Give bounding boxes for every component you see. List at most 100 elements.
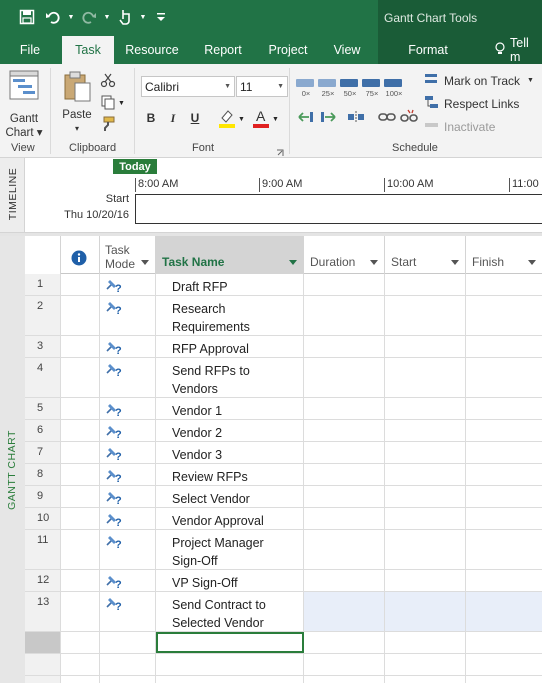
- indicator-cell[interactable]: [61, 570, 100, 591]
- redo-icon[interactable]: [76, 6, 102, 28]
- task-mode-cell[interactable]: ?: [100, 296, 156, 335]
- table-row[interactable]: 12? VP Sign-Off: [25, 570, 542, 592]
- row-id-cell[interactable]: 5: [25, 398, 61, 419]
- empty-cell[interactable]: [385, 676, 466, 683]
- task-mode-cell[interactable]: ?: [100, 358, 156, 397]
- empty-cell[interactable]: [156, 676, 304, 683]
- timeline-bar[interactable]: [135, 194, 542, 224]
- duration-filter-icon[interactable]: [370, 260, 378, 265]
- paste-button[interactable]: Paste ▾: [58, 70, 96, 136]
- empty-cell[interactable]: [466, 632, 542, 653]
- duration-cell[interactable]: [304, 592, 385, 631]
- indicator-cell[interactable]: [61, 398, 100, 419]
- indicator-cell[interactable]: [61, 592, 100, 631]
- duration-cell[interactable]: [304, 296, 385, 335]
- task-name-cell[interactable]: Draft RFP: [156, 274, 304, 295]
- finish-cell[interactable]: [466, 398, 542, 419]
- finish-cell[interactable]: [466, 274, 542, 295]
- font-color-button[interactable]: A ▼: [252, 108, 279, 131]
- start-cell[interactable]: [385, 530, 466, 569]
- tell-me-box[interactable]: Tell m: [494, 36, 542, 64]
- indicator-cell[interactable]: [61, 508, 100, 529]
- table-row[interactable]: 5? Vendor 1: [25, 398, 542, 420]
- task-mode-cell[interactable]: ?: [100, 442, 156, 463]
- duration-cell[interactable]: [304, 336, 385, 357]
- finish-cell[interactable]: [466, 296, 542, 335]
- blank-row[interactable]: [25, 654, 542, 676]
- task-name-cell[interactable]: Vendor 2: [156, 420, 304, 441]
- table-row[interactable]: 1? Draft RFP: [25, 274, 542, 296]
- font-size-select[interactable]: 11 ▼: [236, 76, 288, 97]
- duration-cell[interactable]: [304, 464, 385, 485]
- table-row[interactable]: 4? Send RFPs to Vendors: [25, 358, 542, 398]
- timeline-view[interactable]: TIMELINE Today 8:00 AM 9:00 AM 10:00 AM …: [0, 158, 542, 232]
- finish-cell[interactable]: [466, 530, 542, 569]
- task-mode-cell[interactable]: ?: [100, 336, 156, 357]
- blank-row[interactable]: [25, 676, 542, 683]
- duration-cell[interactable]: [304, 442, 385, 463]
- task-name-cell[interactable]: RFP Approval: [156, 336, 304, 357]
- customize-toolbar-icon[interactable]: [148, 6, 174, 28]
- start-cell[interactable]: [385, 296, 466, 335]
- empty-cell[interactable]: [61, 676, 100, 683]
- percent-complete-75-button[interactable]: 75×: [361, 76, 381, 98]
- task-name-cell[interactable]: Vendor Approval: [156, 508, 304, 529]
- task-mode-filter-icon[interactable]: [141, 260, 149, 265]
- start-cell[interactable]: [385, 398, 466, 419]
- touch-mode-dropdown-icon[interactable]: ▼: [138, 6, 148, 28]
- indicator-cell[interactable]: [61, 274, 100, 295]
- table-row[interactable]: 10? Vendor Approval: [25, 508, 542, 530]
- task-mode-cell[interactable]: ?: [100, 398, 156, 419]
- row-id-cell[interactable]: 8: [25, 464, 61, 485]
- split-task-icon[interactable]: [347, 108, 365, 129]
- start-cell[interactable]: [385, 464, 466, 485]
- finish-cell[interactable]: [466, 336, 542, 357]
- percent-complete-0-button[interactable]: 0×: [295, 76, 315, 98]
- tab-resource[interactable]: Resource: [118, 36, 186, 64]
- row-id-cell[interactable]: 6: [25, 420, 61, 441]
- indicator-cell[interactable]: [61, 486, 100, 507]
- format-painter-icon[interactable]: [100, 116, 116, 135]
- indicator-cell[interactable]: [61, 336, 100, 357]
- duration-column-header[interactable]: Duration: [304, 236, 385, 274]
- task-name-cell[interactable]: Research Requirements: [156, 296, 304, 335]
- row-id-cell[interactable]: 3: [25, 336, 61, 357]
- duration-cell[interactable]: [304, 274, 385, 295]
- row-id-cell[interactable]: 11: [25, 530, 61, 569]
- row-id-cell[interactable]: 2: [25, 296, 61, 335]
- duration-cell[interactable]: [304, 508, 385, 529]
- task-name-filter-icon[interactable]: [289, 260, 297, 265]
- start-cell[interactable]: [385, 420, 466, 441]
- indicator-cell[interactable]: [61, 358, 100, 397]
- table-row[interactable]: 9? Select Vendor: [25, 486, 542, 508]
- percent-complete-50-button[interactable]: 50×: [339, 76, 359, 98]
- indicator-cell[interactable]: [61, 296, 100, 335]
- duration-cell[interactable]: [304, 486, 385, 507]
- indicators-column-header[interactable]: [61, 236, 100, 274]
- unlink-tasks-icon[interactable]: [400, 108, 418, 129]
- start-cell[interactable]: [385, 358, 466, 397]
- finish-cell[interactable]: [466, 508, 542, 529]
- empty-cell[interactable]: [466, 654, 542, 675]
- finish-filter-icon[interactable]: [528, 260, 536, 265]
- italic-button[interactable]: I: [164, 108, 182, 128]
- row-id-cell[interactable]: 10: [25, 508, 61, 529]
- tab-project[interactable]: Project: [260, 36, 316, 64]
- table-row[interactable]: 7? Vendor 3: [25, 442, 542, 464]
- task-mode-column-header[interactable]: Task Mode: [100, 236, 156, 274]
- duration-cell[interactable]: [304, 398, 385, 419]
- task-name-cell[interactable]: Project Manager Sign-Off: [156, 530, 304, 569]
- tab-file[interactable]: File: [8, 36, 52, 64]
- task-name-cell[interactable]: VP Sign-Off: [156, 570, 304, 591]
- task-mode-cell[interactable]: ?: [100, 530, 156, 569]
- empty-cell[interactable]: [100, 632, 156, 653]
- gantt-chart-button[interactable]: Gantt Chart ▾: [4, 70, 44, 140]
- task-mode-cell[interactable]: ?: [100, 592, 156, 631]
- table-row[interactable]: 11? Project Manager Sign-Off: [25, 530, 542, 570]
- indicator-cell[interactable]: [61, 442, 100, 463]
- finish-cell[interactable]: [466, 464, 542, 485]
- duration-cell[interactable]: [304, 358, 385, 397]
- tab-report[interactable]: Report: [196, 36, 250, 64]
- bold-button[interactable]: B: [142, 108, 160, 128]
- start-cell[interactable]: [385, 508, 466, 529]
